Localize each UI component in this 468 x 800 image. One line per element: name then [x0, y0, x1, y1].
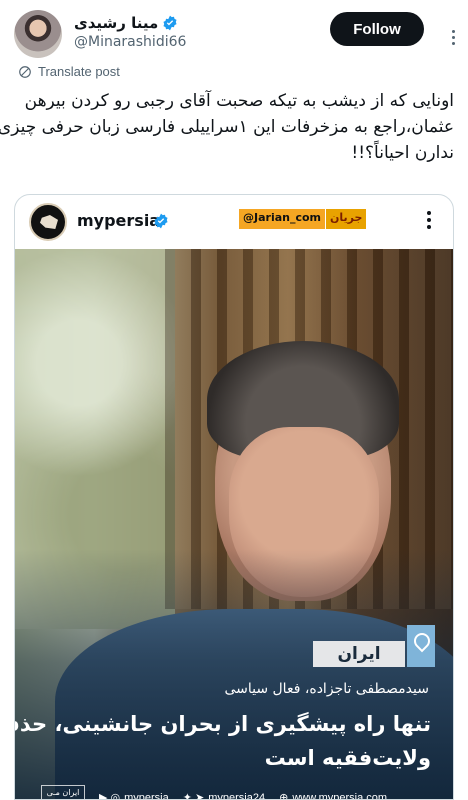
author-avatar[interactable]: [14, 10, 62, 58]
verified-badge-icon: [163, 15, 177, 31]
embedded-post-card[interactable]: mypersia @Jarian_com جریان ایران سیدمصطف…: [14, 194, 454, 800]
news-image[interactable]: ایران سیدمصطفی تاجزاده، فعال سیاسی تنها …: [15, 249, 453, 800]
twitter-telegram-icon: ✦ ➤: [182, 792, 205, 800]
tweet-text: اونایی که از دیشب به تیکه صحبت آقای رجبی…: [0, 88, 454, 166]
iran-mi-logo: ایران مـی: [41, 785, 85, 799]
headline-line: تنها راه پیشگیری از بحران جانشینی، حذف: [15, 712, 431, 736]
tweet-line: عثمان،راجع به مزخرفات این ۱سراییلی فارسی…: [0, 117, 454, 137]
footer-social-left: ▶ ◎ mypersia: [99, 791, 169, 800]
image-subtitle: سیدمصطفی تاجزاده، فعال سیاسی: [224, 681, 429, 697]
mypersia-avatar[interactable]: [29, 203, 67, 241]
globe-icon: ⊕: [279, 792, 289, 800]
location-pin-icon: [407, 625, 435, 667]
translate-post-link[interactable]: Translate post: [18, 64, 120, 79]
image-footer: ▶ ◎ mypersia ✦ ➤ mypersia24 ⊕ www.mypersia.…: [99, 791, 387, 800]
watermark-logo: جریان: [325, 209, 367, 229]
embedded-account-name[interactable]: mypersia: [77, 211, 160, 230]
verified-badge-icon: [154, 213, 168, 229]
jarian-watermark: @Jarian_com جریان: [239, 209, 367, 229]
tweet-line: ندارن احیاناً؟!!: [351, 143, 454, 163]
translate-icon: [19, 65, 31, 78]
tweet-line: اونایی که از دیشب به تیکه صحبت آقای رجبی…: [24, 91, 454, 111]
youtube-instagram-icon: ▶ ◎: [99, 792, 121, 800]
translate-label: Translate post: [38, 64, 120, 79]
author-name-row: مینا رشیدی: [74, 14, 178, 32]
follow-button[interactable]: Follow: [330, 12, 424, 46]
footer-social-middle: ✦ ➤ mypersia24: [182, 791, 265, 800]
location-badge: ایران: [313, 641, 405, 667]
card-more-icon[interactable]: [427, 211, 431, 229]
author-display-name[interactable]: مینا رشیدی: [74, 14, 158, 32]
headline-line: ولایت‌فقیه است: [264, 746, 431, 770]
image-headline: تنها راه پیشگیری از بحران جانشینی، حذف و…: [15, 707, 431, 775]
embedded-post-header: mypersia @Jarian_com جریان: [15, 195, 453, 247]
author-handle[interactable]: @Minarashidi66: [74, 34, 186, 50]
sidebar-more-icon[interactable]: [452, 30, 456, 45]
watermark-handle: @Jarian_com: [239, 209, 326, 229]
footer-website: ⊕ www.mypersia.com: [279, 791, 387, 800]
